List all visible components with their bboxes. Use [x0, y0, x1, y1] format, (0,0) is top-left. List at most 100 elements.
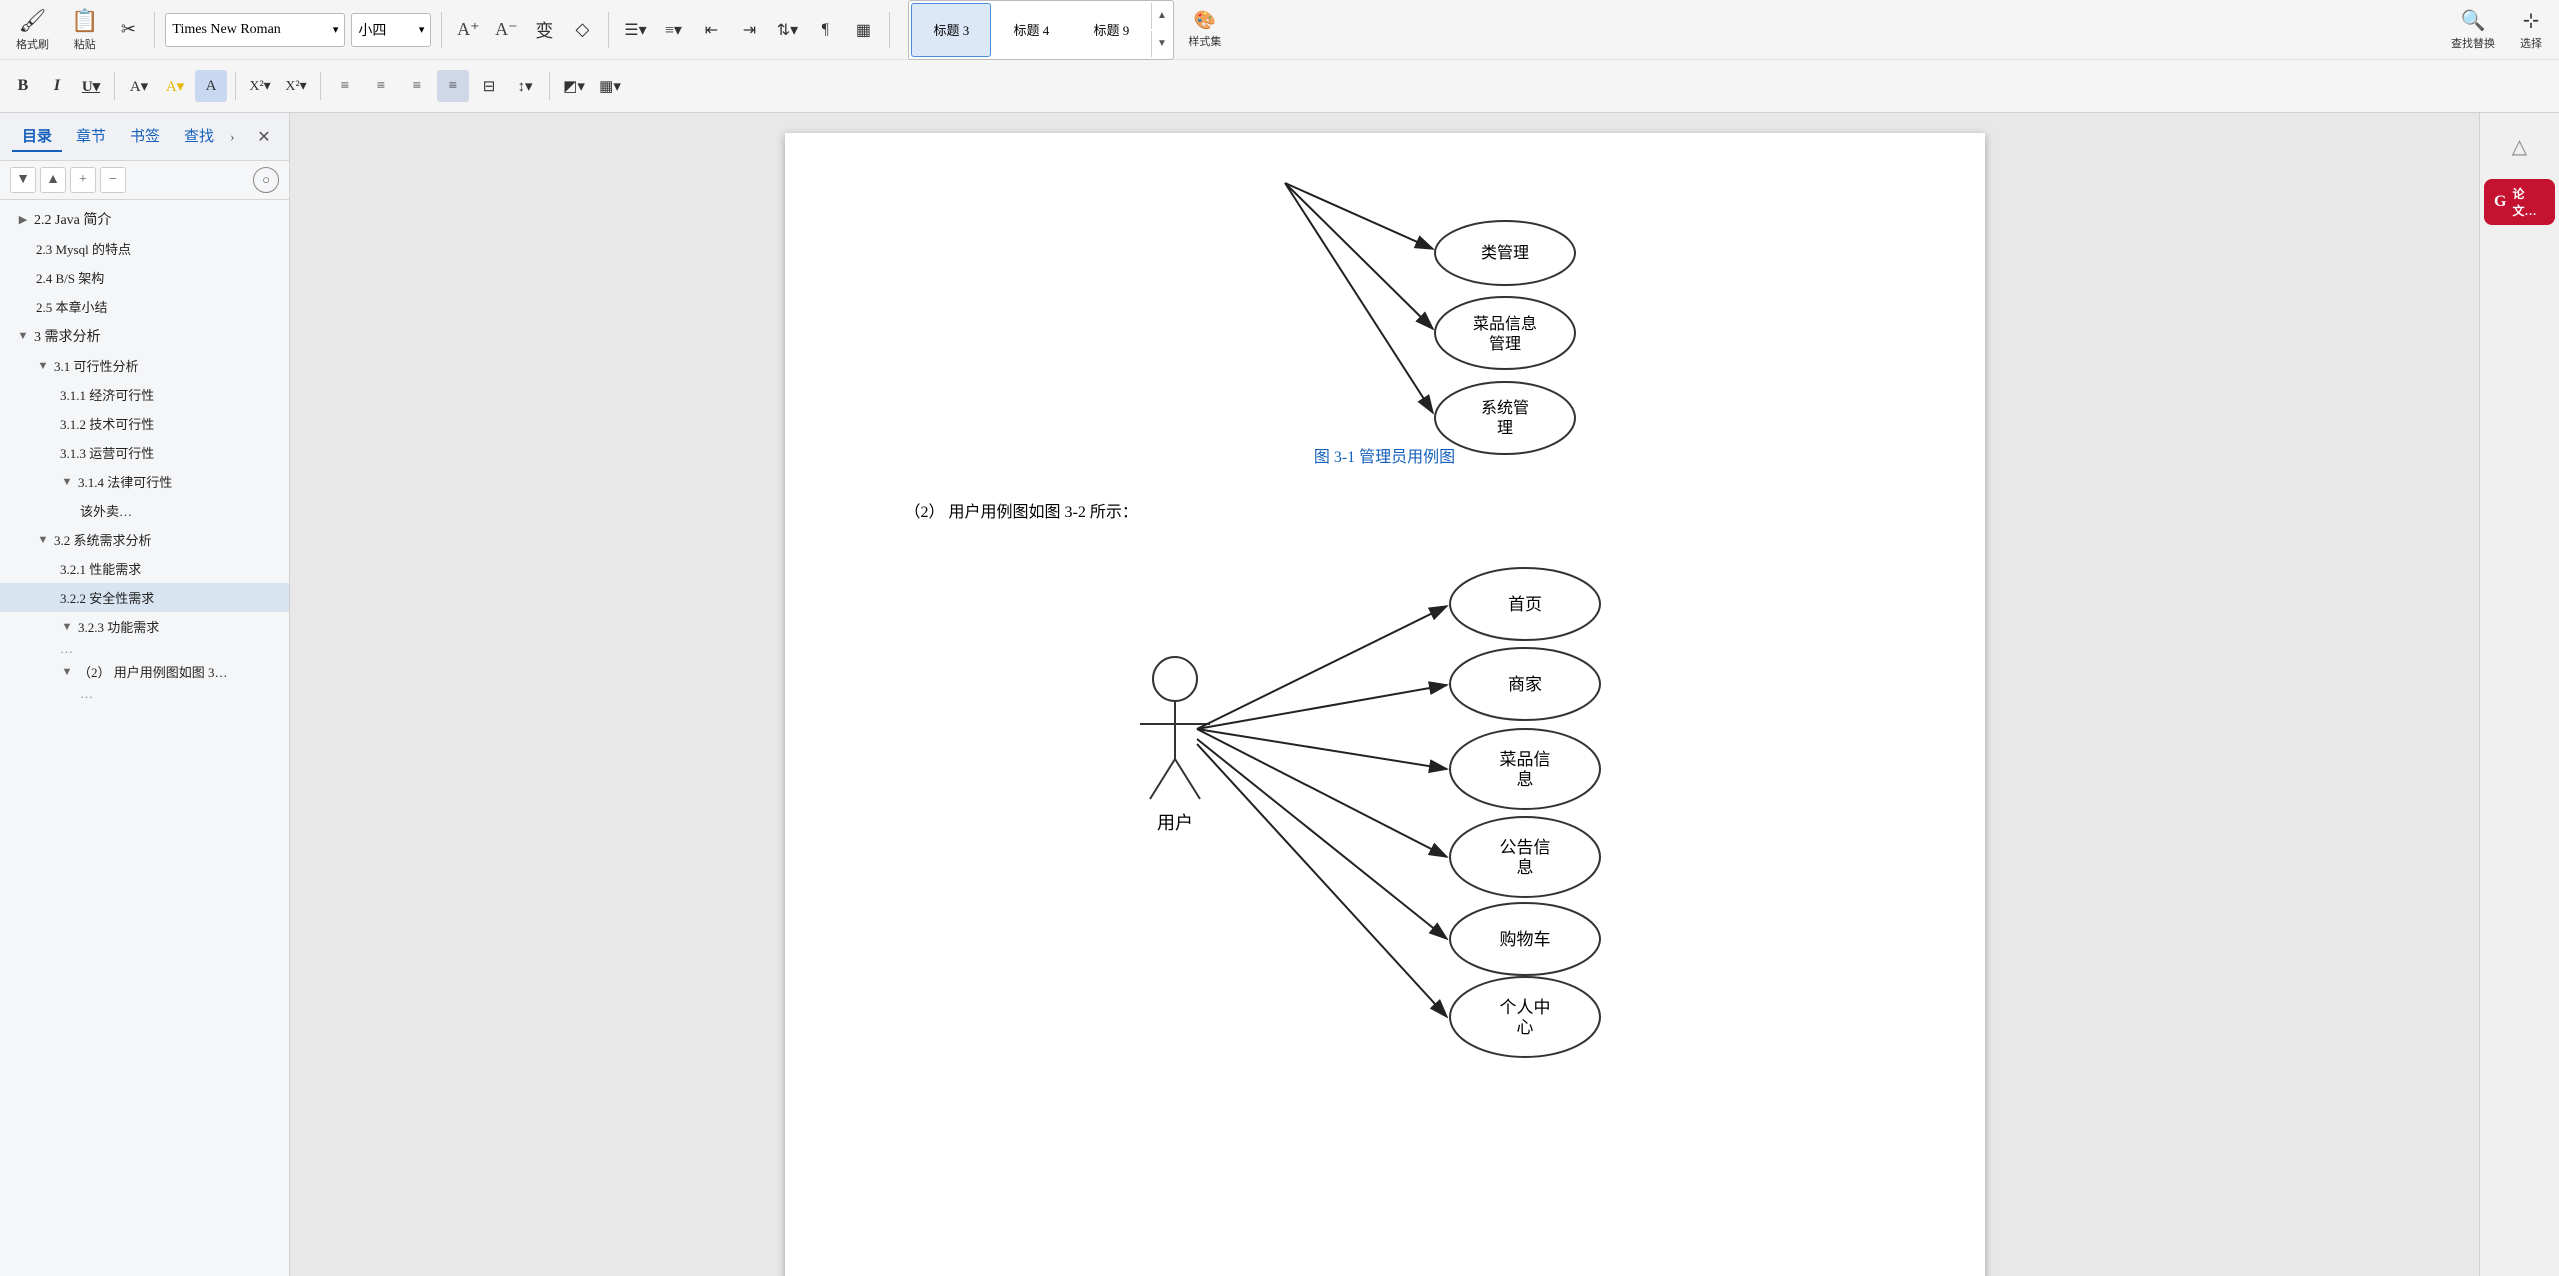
find-replace-label: 查找替换	[2451, 35, 2495, 51]
toc-item-mysql[interactable]: 2.3 Mysql 的特点	[0, 234, 289, 263]
columns-button[interactable]: ▦	[847, 14, 879, 46]
svg-text:首页: 首页	[1508, 595, 1542, 614]
cut-button[interactable]: ✂	[112, 14, 144, 46]
toc-item-ch2summary[interactable]: 2.5 本章小结	[0, 292, 289, 321]
toc-item-perf[interactable]: 3.2.1 性能需求	[0, 554, 289, 583]
underline-button[interactable]: U▾	[76, 71, 106, 101]
style-gallery: 标题 3 标题 4 标题 9 ▲ ▼	[908, 0, 1174, 60]
style-scroll-up-button[interactable]: ▲	[1151, 3, 1171, 29]
align-center-button[interactable]: ≡	[365, 70, 397, 102]
search-icon: 🔍	[2461, 8, 2486, 33]
grammarly-button[interactable]: G 论文…	[2484, 179, 2555, 225]
decrease-indent-button[interactable]: ⇤	[695, 14, 727, 46]
svg-text:公告信: 公告信	[1499, 838, 1550, 857]
right-tools: 🔍 查找替换 ⊹ 选择	[2443, 4, 2551, 55]
toc-item-func[interactable]: ▼ 3.2.3 功能需求	[0, 612, 289, 641]
sidebar-tab-chapter[interactable]: 章节	[66, 121, 116, 152]
increase-font-button[interactable]: A⁺	[452, 14, 484, 46]
paste-button[interactable]: 📋 粘贴	[63, 4, 106, 56]
style-item-heading3[interactable]: 标题 3	[911, 3, 991, 57]
toc-item-legal-detail[interactable]: 该外卖…	[0, 496, 289, 525]
italic-button[interactable]: I	[42, 71, 72, 101]
select-button[interactable]: ⊹ 选择	[2511, 4, 2551, 55]
toc-item-economic[interactable]: 3.1.1 经济可行性	[0, 380, 289, 409]
sidebar-search-button[interactable]: ○	[253, 167, 279, 193]
toc-label-java: 2.2 Java 简介	[34, 209, 111, 229]
border-button[interactable]: ▦▾	[594, 70, 626, 102]
font-char-button[interactable]: A	[195, 70, 227, 102]
style-heading3-label: 标题 3	[934, 20, 970, 39]
nav-up-button[interactable]: ▲	[40, 167, 66, 193]
shading-button[interactable]: ◩▾	[558, 70, 590, 102]
toc-toggle-usecase2: ▼	[60, 666, 74, 678]
sidebar-controls: ▼ ▲ + − ○	[0, 161, 289, 200]
font-size-selector[interactable]: 小四 ▾	[351, 13, 431, 47]
superscript-button[interactable]: X²▾	[244, 70, 276, 102]
toc-item-bs[interactable]: 2.4 B/S 架构	[0, 263, 289, 292]
find-replace-button[interactable]: 🔍 查找替换	[2443, 4, 2503, 55]
align-justify-button[interactable]: ≡	[437, 70, 469, 102]
paste-label: 粘贴	[74, 36, 96, 52]
sidebar-tab-bookmark[interactable]: 书签	[120, 121, 170, 152]
scroll-up-button[interactable]: △	[2490, 121, 2550, 171]
align-left-button[interactable]: ≡	[329, 70, 361, 102]
format-brush-icon: 🖌	[19, 8, 47, 34]
highlight-button[interactable]: A▾	[159, 70, 191, 102]
sort-button[interactable]: ⇅▾	[771, 14, 803, 46]
toc-label-func: 3.2.3 功能需求	[78, 617, 159, 636]
sidebar-tab-find[interactable]: 查找	[174, 121, 224, 152]
numbered-list-button[interactable]: ≡▾	[657, 14, 689, 46]
show-hide-button[interactable]: ¶	[809, 14, 841, 46]
align-right-button[interactable]: ≡	[401, 70, 433, 102]
toc-toggle-legal: ▼	[60, 476, 74, 488]
toc-item-sysreq[interactable]: ▼ 3.2 系统需求分析	[0, 525, 289, 554]
toc-label-bs: 2.4 B/S 架构	[36, 268, 104, 287]
toc-item-technical[interactable]: 3.1.2 技术可行性	[0, 409, 289, 438]
bullet-list-button[interactable]: ☰▾	[619, 14, 651, 46]
toc-label-ch2summary: 2.5 本章小结	[36, 297, 108, 316]
toc-label-operational: 3.1.3 运营可行性	[60, 443, 154, 462]
toc-item-operational[interactable]: 3.1.3 运营可行性	[0, 438, 289, 467]
font-name-selector[interactable]: Times New Roman ▾	[165, 13, 345, 47]
change-case-button[interactable]: 变	[528, 14, 560, 46]
style-set-button[interactable]: 🎨 样式集	[1180, 6, 1229, 53]
nav-down-button[interactable]: ▼	[10, 167, 36, 193]
style-item-heading9[interactable]: 标题 9	[1071, 3, 1151, 57]
toc-item-usecase2[interactable]: ▼ （2） 用户用例图如图 3…	[0, 657, 289, 686]
toc-item-reqanalysis[interactable]: ▼ 3 需求分析	[0, 321, 289, 351]
toc-label-security: 3.2.2 安全性需求	[60, 588, 154, 607]
sidebar: 目录 章节 书签 查找 › ✕ ▼ ▲ + − ○ ▶ 2.2 Java 简介 …	[0, 113, 290, 1276]
format-brush-button[interactable]: 🖌 格式刷	[8, 4, 57, 56]
admin-use-case-diagram: 类管理 菜品信息 管理 系统管 理	[1125, 213, 1645, 433]
line-spacing-button[interactable]: ↕▾	[509, 70, 541, 102]
increase-indent-button[interactable]: ⇥	[733, 14, 765, 46]
toc-label-perf: 3.2.1 性能需求	[60, 559, 141, 578]
style-item-heading4[interactable]: 标题 4	[991, 3, 1071, 57]
svg-text:心: 心	[1516, 1018, 1533, 1037]
separator3	[608, 12, 609, 48]
toc-item-java[interactable]: ▶ 2.2 Java 简介	[0, 204, 289, 234]
user-diagram-container: 用户 首页 商家 菜品信 息 公告信 息	[905, 549, 1865, 989]
svg-text:菜品信: 菜品信	[1499, 750, 1550, 769]
document-area: 类管理 菜品信息 管理 系统管 理	[290, 113, 2479, 1276]
toc-item-security[interactable]: 3.2.2 安全性需求	[0, 583, 289, 612]
align-distributed-button[interactable]: ⊟	[473, 70, 505, 102]
toc-item-legal[interactable]: ▼ 3.1.4 法律可行性	[0, 467, 289, 496]
separator5	[114, 72, 115, 100]
sidebar-close-button[interactable]: ✕	[251, 124, 277, 150]
toc-item-feasibility[interactable]: ▼ 3.1 可行性分析	[0, 351, 289, 380]
subscript-button[interactable]: X²▾	[280, 70, 312, 102]
toc-toggle-sysreq: ▼	[36, 534, 50, 546]
expand-button[interactable]: +	[70, 167, 96, 193]
toc-dots-2: …	[0, 686, 289, 702]
style-scroll-down-button[interactable]: ▼	[1151, 31, 1171, 57]
decrease-font-button[interactable]: A⁻	[490, 14, 522, 46]
collapse-button[interactable]: −	[100, 167, 126, 193]
style-set-icon: 🎨	[1194, 10, 1216, 31]
svg-text:菜品信息: 菜品信息	[1472, 315, 1536, 333]
clear-format-button[interactable]: ◇	[566, 14, 598, 46]
sidebar-tab-toc[interactable]: 目录	[12, 121, 62, 152]
bold-button[interactable]: B	[8, 71, 38, 101]
text-color-button[interactable]: A▾	[123, 70, 155, 102]
grammarly-icon: G	[2494, 193, 2506, 211]
